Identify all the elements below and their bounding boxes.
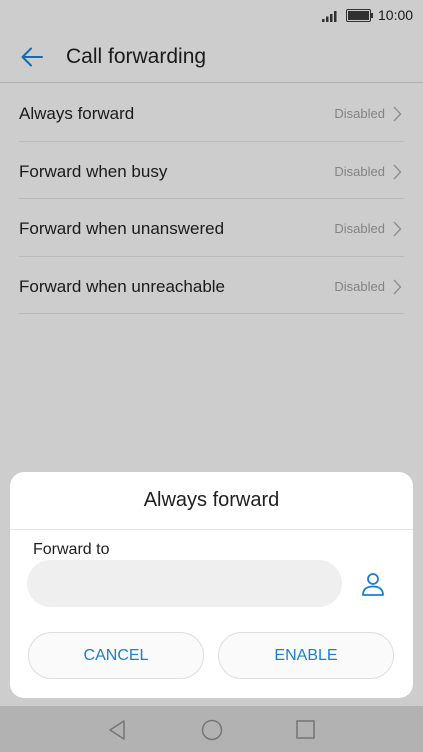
person-icon[interactable] <box>361 571 385 597</box>
dialog-divider <box>10 529 413 530</box>
enable-button[interactable]: ENABLE <box>218 632 394 679</box>
always-forward-dialog: Always forward Forward to CANCEL ENABLE <box>10 472 413 698</box>
cancel-button[interactable]: CANCEL <box>28 632 204 679</box>
forward-number-input[interactable] <box>27 560 342 607</box>
screen: 10:00 Call forwarding Always forward Dis… <box>0 0 423 752</box>
forward-to-label: Forward to <box>33 541 110 558</box>
dialog-title: Always forward <box>143 489 280 511</box>
